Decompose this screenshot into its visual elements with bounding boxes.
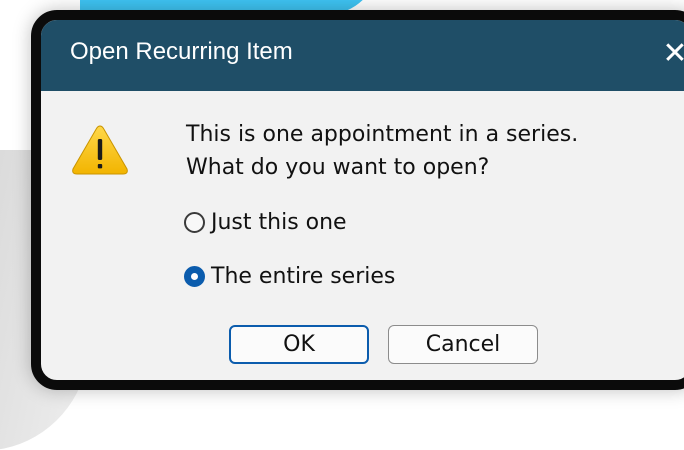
cancel-button[interactable]: Cancel — [388, 325, 538, 364]
close-button[interactable]: ✕ — [653, 32, 684, 76]
radio-label-entire-series[interactable]: The entire series — [211, 264, 395, 289]
dialog-content: This is one appointment in a series. Wha… — [41, 91, 684, 380]
radio-just-this-one[interactable]: Just this one — [184, 210, 347, 235]
radio-button-checked[interactable] — [184, 266, 205, 287]
dialog-title: Open Recurring Item — [70, 38, 293, 65]
dialog-message: This is one appointment in a series. Wha… — [186, 118, 578, 184]
message-line-1: This is one appointment in a series. — [186, 122, 579, 147]
radio-button-unchecked[interactable] — [184, 212, 205, 233]
close-icon: ✕ — [662, 36, 684, 71]
dialog-titlebar[interactable]: Open Recurring Item ✕ — [41, 20, 684, 91]
message-line-2: What do you want to open? — [186, 155, 490, 180]
radio-label-just-this-one[interactable]: Just this one — [211, 210, 347, 235]
open-recurring-item-dialog: Open Recurring Item ✕ This is one appoin… — [31, 10, 684, 390]
ok-button[interactable]: OK — [229, 325, 369, 364]
warning-icon — [72, 125, 128, 175]
radio-entire-series[interactable]: The entire series — [184, 264, 395, 289]
